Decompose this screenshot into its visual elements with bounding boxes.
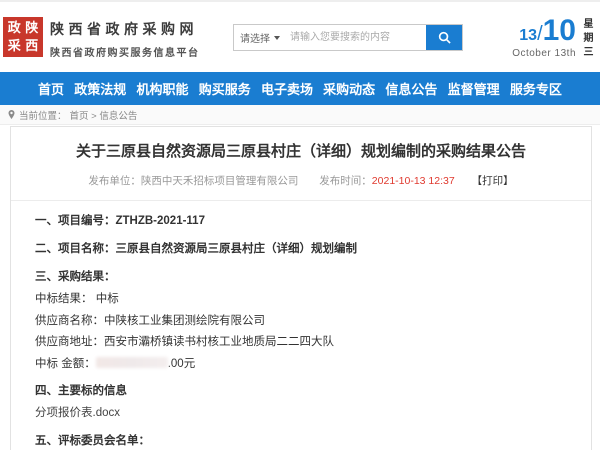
logo-char: 采 <box>6 38 23 55</box>
nav-item-policies[interactable]: 政策法规 <box>74 79 126 98</box>
bid-result-line: 中标结果： 中标 <box>35 292 567 307</box>
nav-item-functions[interactable]: 机构职能 <box>136 79 188 98</box>
search-category-label: 请选择 <box>240 30 270 45</box>
article-panel: 关于三原县自然资源局三原县村庄（详细）规划编制的采购结果公告 发布单位：陕西中天… <box>10 126 592 450</box>
site-subtitle: 陕西省政府购买服务信息平台 <box>50 44 200 59</box>
date-day: 13 <box>519 27 537 44</box>
supplier-address-line: 供应商地址：西安市灞桥镇读书村核工业地质局二二四大队 <box>35 335 567 350</box>
article-meta: 发布单位：陕西中天禾招标项目管理有限公司 发布时间：2021-10-13 12:… <box>35 173 567 188</box>
publisher: 发布单位：陕西中天禾招标项目管理有限公司 <box>88 175 298 187</box>
search-category-select[interactable]: 请选择 <box>234 25 286 50</box>
article-body: 一、项目编号：ZTHZB-2021-117 二、项目名称：三原县自然资源局三原县… <box>35 214 567 450</box>
site-logo: 政 陕 采 西 <box>3 17 43 57</box>
search-bar: 请选择 <box>233 24 463 51</box>
nav-item-purchase-services[interactable]: 购买服务 <box>199 79 251 98</box>
article-title: 关于三原县自然资源局三原县村庄（详细）规划编制的采购结果公告 <box>35 142 567 162</box>
publish-time-label: 发布时间： <box>319 175 372 187</box>
site-header: 政 陕 采 西 陕西省政府采购网 陕西省政府购买服务信息平台 请选择 <box>0 2 600 72</box>
nav-item-home[interactable]: 首页 <box>38 79 64 98</box>
search-icon <box>438 31 451 44</box>
attachment-link[interactable]: 分项报价表.docx <box>35 406 567 421</box>
section-project-number: 一、项目编号：ZTHZB-2021-117 <box>35 214 567 229</box>
logo-char: 政 <box>6 20 23 37</box>
page: 政 陕 采 西 陕西省政府采购网 陕西省政府购买服务信息平台 请选择 <box>0 0 600 450</box>
section-project-name: 二、项目名称：三原县自然资源局三原县村庄（详细）规划编制 <box>35 242 567 257</box>
date-month: 10 <box>543 14 576 47</box>
bid-amount-suffix: .00元 <box>168 358 196 370</box>
section-evaluation-committee: 五、评标委员会名单： <box>35 434 567 449</box>
divider <box>11 200 591 201</box>
bid-amount-line: 中标 金额： .00元 <box>35 357 567 372</box>
nav-item-e-marketplace[interactable]: 电子卖场 <box>261 79 313 98</box>
search-button[interactable] <box>426 25 462 50</box>
weekday-label: 星期三 <box>579 18 594 60</box>
date-display: 13/10 October 13th <box>512 14 576 59</box>
nav-item-announcements[interactable]: 信息公告 <box>385 79 437 98</box>
logo-char: 西 <box>24 38 41 55</box>
bid-amount-label: 中标 金额： <box>35 358 96 370</box>
print-button[interactable]: 【打印】 <box>472 175 514 187</box>
section-main-subject-info: 四、主要标的信息 <box>35 384 567 399</box>
chevron-down-icon <box>274 36 280 40</box>
publish-time: 2021-10-13 12:37 <box>372 175 455 187</box>
redacted-amount <box>96 357 168 368</box>
breadcrumb: 当前位置： 首页 > 信息公告 <box>0 105 600 125</box>
date-english: October 13th <box>512 48 576 59</box>
nav-item-supervision[interactable]: 监督管理 <box>448 79 500 98</box>
main-nav: 首页 政策法规 机构职能 购买服务 电子卖场 采购动态 信息公告 监督管理 服务… <box>0 72 600 105</box>
date-numbers: 13/10 <box>512 14 576 48</box>
logo-char: 陕 <box>24 20 41 37</box>
breadcrumb-prefix: 当前位置： <box>19 108 67 122</box>
breadcrumb-path[interactable]: 首页 > 信息公告 <box>70 108 138 122</box>
location-pin-icon <box>7 109 16 120</box>
section-procurement-result: 三、采购结果： <box>35 270 567 285</box>
site-names: 陕西省政府采购网 陕西省政府购买服务信息平台 <box>50 19 200 59</box>
supplier-name-line: 供应商名称：中陕核工业集团测绘院有限公司 <box>35 314 567 329</box>
site-title: 陕西省政府采购网 <box>50 19 200 39</box>
nav-item-service-zone[interactable]: 服务专区 <box>510 79 562 98</box>
search-input[interactable] <box>286 25 426 50</box>
nav-item-procurement-news[interactable]: 采购动态 <box>323 79 375 98</box>
